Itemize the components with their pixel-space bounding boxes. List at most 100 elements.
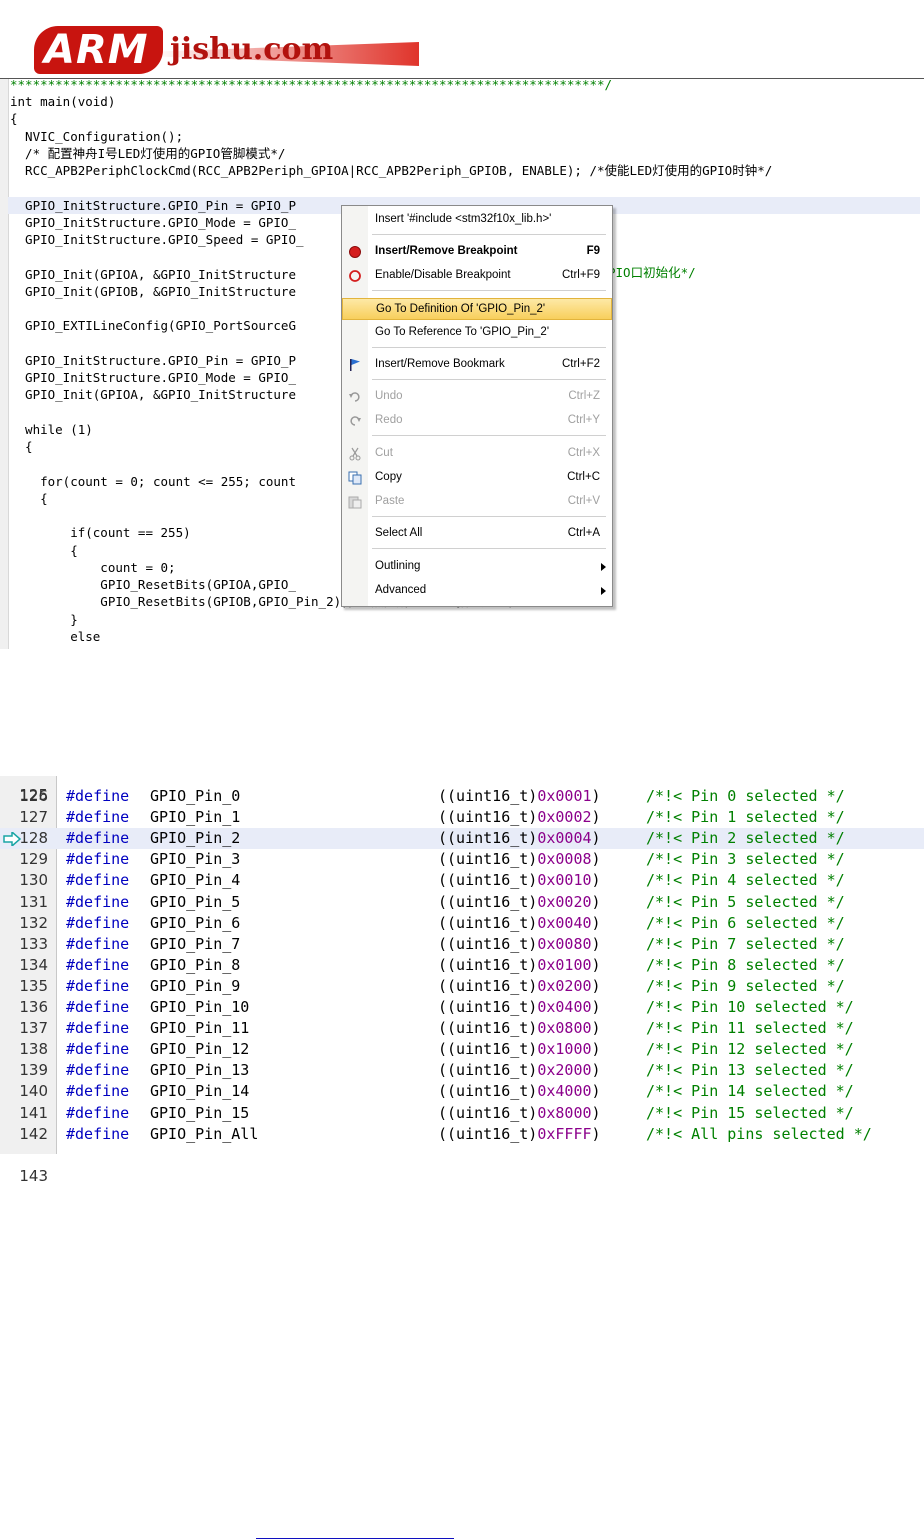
define-keyword: #define xyxy=(66,787,130,805)
define-keyword: #define xyxy=(66,976,130,995)
partial-line-top: 125 xyxy=(0,764,924,804)
value-hex: 0x2000 xyxy=(537,1061,592,1080)
define-keyword: #define xyxy=(66,1103,130,1122)
line-number: 135 xyxy=(19,976,48,995)
define-row: 134 #define GPIO_Pin_8 ((uint16_t)0x0100) /*… xyxy=(0,955,924,976)
link-underline[interactable] xyxy=(256,1538,454,1539)
line-number: 129 xyxy=(19,850,48,869)
menu-item-copy[interactable]: Copy Ctrl+C xyxy=(342,467,612,489)
macro-name: GPIO_Pin_0 xyxy=(150,787,241,805)
value-hex: 0x1000 xyxy=(537,1040,592,1059)
menu-item-label: Insert/Remove Bookmark xyxy=(375,358,505,370)
code-line: NVIC_Configuration(); xyxy=(10,128,184,144)
macro-comment: /*!< Pin 7 selected */ xyxy=(646,934,845,953)
paste-icon xyxy=(348,495,362,509)
line-number: 141 xyxy=(19,1103,48,1122)
menu-item-insert-remove-breakpoint[interactable]: Insert/Remove Breakpoint F9 xyxy=(342,241,612,263)
value-close: ) xyxy=(591,1040,601,1059)
code-line: { xyxy=(10,111,18,127)
macro-comment: /*!< Pin 12 selected */ xyxy=(646,1040,854,1059)
value-hex: 0x0040 xyxy=(537,913,592,932)
value-cast: ((uint16_t) xyxy=(438,1124,538,1143)
macro-comment: /*!< All pins selected */ xyxy=(646,1124,872,1143)
macro-value: ((uint16_t)0x0080) xyxy=(438,934,601,955)
line-number: 143 xyxy=(19,1167,48,1185)
value-cast: ((uint16_t) xyxy=(438,829,538,848)
macro-value: ((uint16_t)0x0010) xyxy=(438,870,601,891)
menu-item-select-all[interactable]: Select All Ctrl+A xyxy=(342,523,612,545)
value-hex: 0x0008 xyxy=(537,850,592,869)
menu-item-label: Enable/Disable Breakpoint xyxy=(375,269,511,281)
menu-item-cut[interactable]: Cut Ctrl+X xyxy=(342,443,612,465)
define-row: 131 #define GPIO_Pin_5 ((uint16_t)0x0020) /*… xyxy=(0,892,924,913)
code-line: GPIO_InitStructure.GPIO_Speed = GPIO_ xyxy=(10,232,304,247)
menu-item-shortcut: Ctrl+X xyxy=(567,447,600,459)
menu-item-enable-disable-breakpoint[interactable]: Enable/Disable Breakpoint Ctrl+F9 xyxy=(342,265,612,287)
menu-item-go-to-reference-to-gpio-pin-2[interactable]: Go To Reference To 'GPIO_Pin_2' xyxy=(342,322,612,344)
menu-item-shortcut: Ctrl+C xyxy=(567,471,600,483)
breakpoint-toggle-icon xyxy=(348,269,362,283)
value-cast: ((uint16_t) xyxy=(438,934,538,953)
macro-comment: /*!< Pin 8 selected */ xyxy=(646,955,845,974)
menu-item-label: Insert/Remove Breakpoint xyxy=(375,245,518,257)
menu-item-shortcut: Ctrl+Z xyxy=(568,390,600,402)
macro-name: GPIO_Pin_15 xyxy=(150,1103,250,1122)
value-close: ) xyxy=(591,913,601,932)
macro-value: ((uint16_t)0x0040) xyxy=(438,913,601,934)
macro-comment: /*!< Pin 5 selected */ xyxy=(646,892,845,911)
macro-value: ((uint16_t)0x0800) xyxy=(438,1018,601,1039)
macro-name: GPIO_Pin_3 xyxy=(150,850,241,869)
value-hex: 0x8000 xyxy=(537,1103,592,1122)
menu-item-advanced[interactable]: Advanced xyxy=(342,580,612,602)
macro-value: ((uint16_t)0x0020) xyxy=(438,892,601,913)
value-cast: ((uint16_t) xyxy=(438,1103,538,1122)
menu-item-go-to-definition-of-gpio-pin-2[interactable]: Go To Definition Of 'GPIO_Pin_2' xyxy=(342,298,612,320)
macro-comment: /*!< Pin 4 selected */ xyxy=(646,871,845,890)
menu-item-undo[interactable]: Undo Ctrl+Z xyxy=(342,386,612,408)
code-line: int main(void) xyxy=(10,94,116,109)
site-logo: ARM jishu.com xyxy=(34,22,419,82)
menu-item-insert-remove-bookmark[interactable]: Insert/Remove Bookmark Ctrl+F2 xyxy=(342,354,612,376)
menu-item-label: Copy xyxy=(375,471,402,483)
menu-item-label: Advanced xyxy=(375,584,427,596)
code-line: /* 配置神舟I号LED灯使用的GPIO管脚模式*/ xyxy=(10,145,286,161)
menu-item-insert-include-stm32f10x-lib-h[interactable]: Insert '#include <stm32f10x_lib.h>' xyxy=(342,209,612,231)
menu-item-shortcut: Ctrl+Y xyxy=(567,414,600,426)
macro-name: GPIO_Pin_12 xyxy=(150,1040,250,1059)
define-row: 132 #define GPIO_Pin_6 ((uint16_t)0x0040) /*… xyxy=(0,913,924,934)
code-line: if(count == 255) xyxy=(10,525,191,541)
menu-item-shortcut: Ctrl+F9 xyxy=(561,269,600,281)
logo-brand: ARM xyxy=(34,26,163,74)
menu-item-label: Cut xyxy=(375,447,393,459)
breakpoint-icon xyxy=(348,245,362,259)
define-keyword: #define xyxy=(66,1061,130,1080)
define-keyword: #define xyxy=(66,1040,130,1059)
value-close: ) xyxy=(591,976,601,995)
menu-item-outlining[interactable]: Outlining xyxy=(342,556,612,578)
code-line: count = 0; xyxy=(10,559,176,575)
line-number: 142 xyxy=(19,1124,48,1143)
undo-icon xyxy=(348,390,362,404)
value-cast: ((uint16_t) xyxy=(438,808,538,827)
macro-name: GPIO_Pin_10 xyxy=(150,998,250,1016)
menu-item-paste[interactable]: Paste Ctrl+V xyxy=(342,491,612,513)
macro-name: GPIO_Pin_13 xyxy=(150,1061,250,1080)
value-hex: 0x0080 xyxy=(537,934,592,953)
value-hex: 0x0004 xyxy=(537,829,592,848)
value-cast: ((uint16_t) xyxy=(438,976,538,995)
menu-item-redo[interactable]: Redo Ctrl+Y xyxy=(342,410,612,432)
macro-comment: /*!< Pin 13 selected */ xyxy=(646,1061,854,1080)
macro-comment: /*!< Pin 0 selected */ xyxy=(646,787,845,805)
code-editor-definitions[interactable]: 125 126 #define GPIO_Pin_0 ((uint16_t)0x000… xyxy=(0,776,924,1185)
line-number: 131 xyxy=(19,892,48,911)
macro-comment: /*!< Pin 2 selected */ xyxy=(646,829,845,848)
define-row: 126 #define GPIO_Pin_0 ((uint16_t)0x0001) /*… xyxy=(0,786,924,807)
menu-item-shortcut: Ctrl+F2 xyxy=(561,358,600,370)
define-row: 137 #define GPIO_Pin_11 ((uint16_t)0x0800) /… xyxy=(0,1018,924,1039)
macro-name: GPIO_Pin_9 xyxy=(150,976,241,995)
macro-comment: /*!< Pin 11 selected */ xyxy=(646,1019,854,1038)
code-line: for(count = 0; count <= 255; count xyxy=(10,473,296,489)
code-line: GPIO_InitStructure.GPIO_Pin = GPIO_P xyxy=(10,352,296,368)
macro-name: GPIO_Pin_2 xyxy=(150,829,241,848)
menu-separator xyxy=(372,379,606,380)
